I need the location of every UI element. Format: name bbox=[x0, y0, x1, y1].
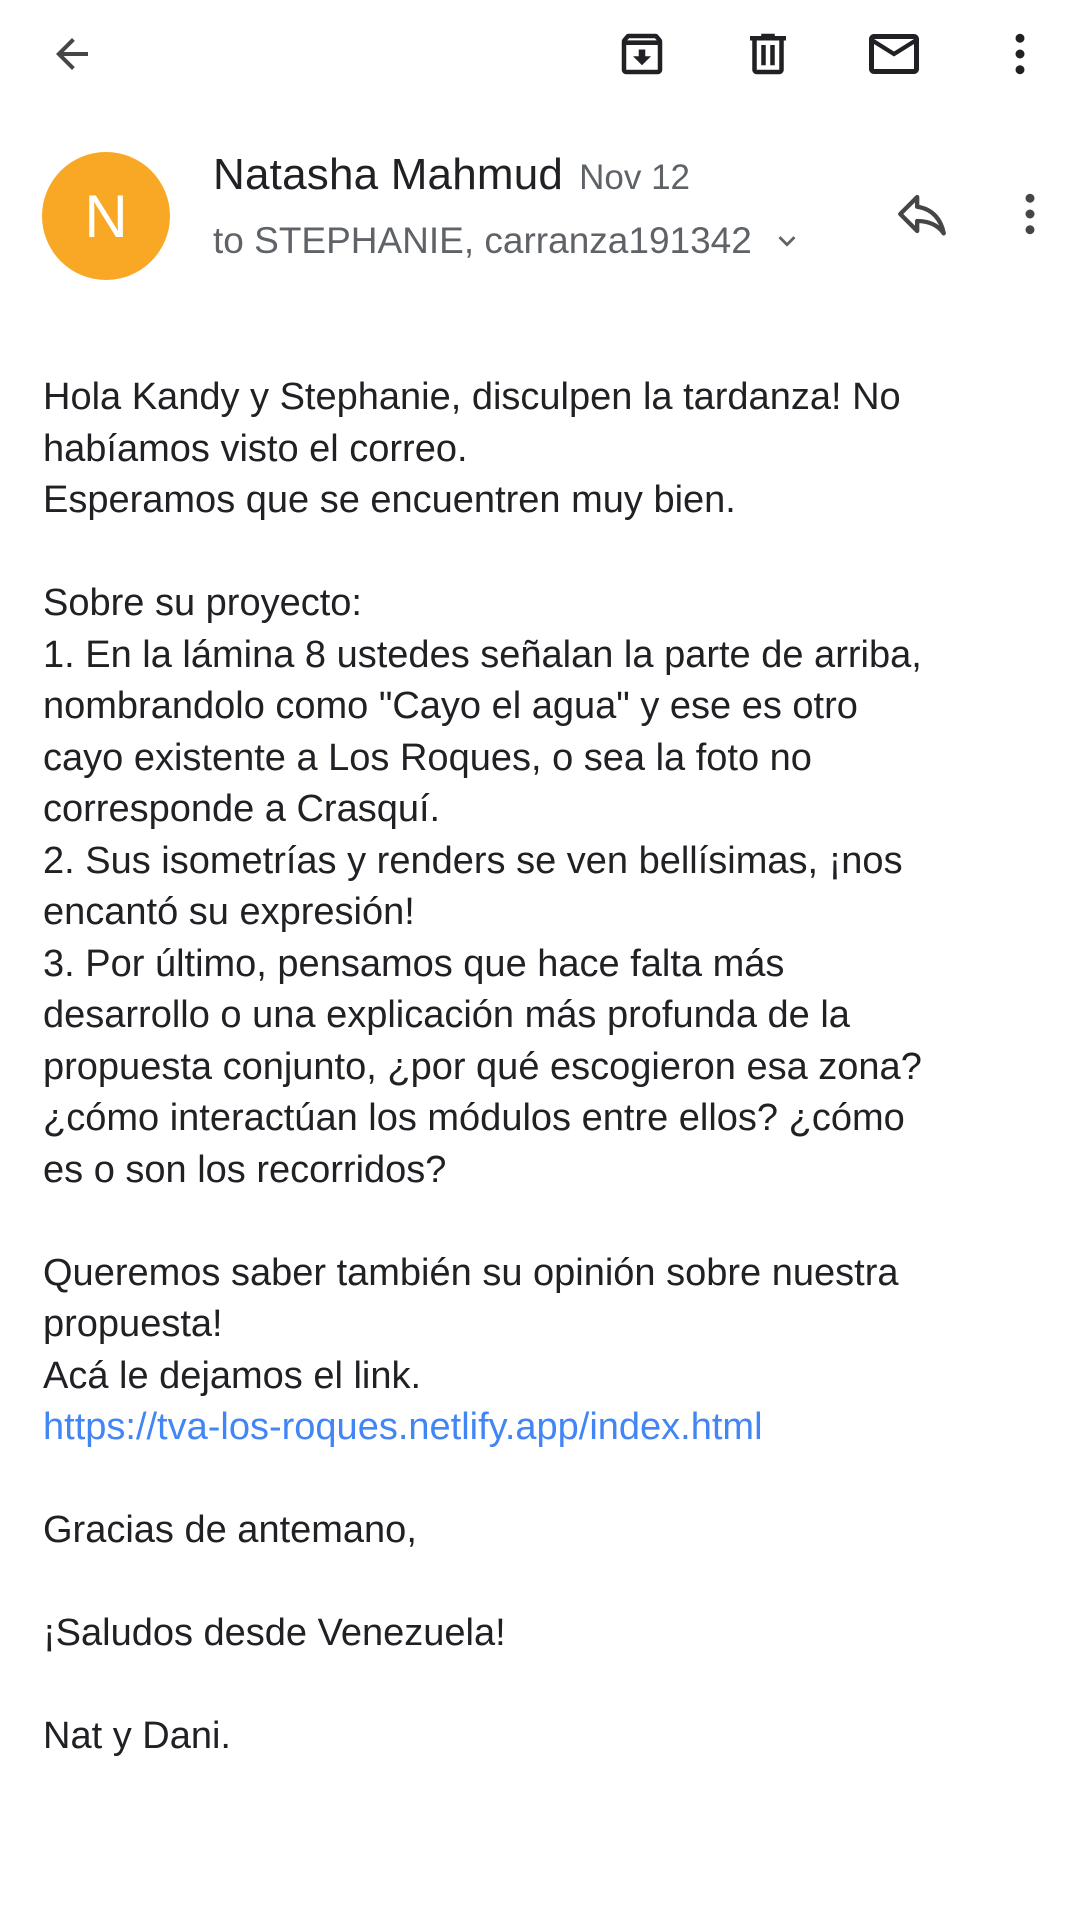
body-line: nombrandolo como "Cayo el agua" y ese es… bbox=[43, 685, 858, 727]
body-line: ¡Saludos desde Venezuela! bbox=[43, 1612, 506, 1654]
body-line: corresponde a Crasquí. bbox=[43, 788, 441, 830]
message-date: Nov 12 bbox=[579, 158, 691, 197]
reply-button[interactable] bbox=[878, 170, 966, 258]
body-line: 2. Sus isometrías y renders se ven bellí… bbox=[43, 839, 903, 882]
body-line: habíamos visto el correo. bbox=[43, 427, 468, 470]
body-line: 3. Por último, pensamos que hace falta m… bbox=[43, 942, 785, 985]
body-line: Sobre su proyecto: bbox=[43, 582, 362, 624]
back-button[interactable] bbox=[28, 10, 116, 98]
more-vert-icon bbox=[1025, 193, 1035, 235]
project-link[interactable]: https://tva-los-roques.netlify.app/index… bbox=[43, 1406, 763, 1448]
avatar[interactable]: N bbox=[42, 152, 170, 280]
overflow-menu-button[interactable] bbox=[976, 10, 1064, 98]
body-line: Acá le dejamos el link. bbox=[43, 1354, 422, 1397]
message-header: N Natasha Mahmud Nov 12 to STEPHANIE, ca… bbox=[0, 140, 1080, 290]
body-line: cayo existente a Los Roques, o sea la fo… bbox=[43, 736, 812, 779]
body-line: propuesta! bbox=[43, 1303, 223, 1345]
chevron-down-icon bbox=[770, 224, 804, 258]
archive-button[interactable] bbox=[598, 10, 686, 98]
body-line: Gracias de antemano, bbox=[43, 1509, 417, 1551]
signature: Nat y Dani. bbox=[43, 1715, 231, 1757]
link-line: https://tva-los-roques.netlify.app/index… bbox=[43, 1402, 1053, 1454]
body-line: ¿cómo interactúan los módulos entre ello… bbox=[43, 1097, 905, 1139]
message-more-button[interactable] bbox=[986, 170, 1074, 258]
more-vert-icon bbox=[1015, 33, 1025, 75]
email-view: N Natasha Mahmud Nov 12 to STEPHANIE, ca… bbox=[0, 0, 1080, 1920]
sender-name: Natasha Mahmud bbox=[213, 150, 564, 199]
body-line: Queremos saber también su opinión sobre … bbox=[43, 1251, 899, 1294]
message-body: Hola Kandy y Stephanie, disculpen la tar… bbox=[43, 372, 1053, 1763]
recipients-toggle[interactable]: to STEPHANIE, carranza191342 bbox=[213, 220, 804, 262]
body-line: encantó su expresión! bbox=[43, 891, 415, 933]
sender-line: Natasha Mahmud Nov 12 bbox=[213, 150, 690, 200]
delete-button[interactable] bbox=[724, 10, 812, 98]
mail-icon bbox=[869, 34, 919, 74]
reply-icon bbox=[898, 194, 946, 236]
top-toolbar bbox=[0, 0, 1080, 110]
body-line: propuesta conjunto, ¿por qué escogieron … bbox=[43, 1045, 922, 1088]
body-line: 1. En la lámina 8 ustedes señalan la par… bbox=[43, 633, 922, 676]
body-line: Esperamos que se encuentren muy bien. bbox=[43, 479, 736, 521]
body-line: desarrollo o una explicación más profund… bbox=[43, 994, 850, 1036]
trash-icon bbox=[750, 33, 786, 75]
avatar-letter: N bbox=[84, 182, 128, 250]
body-line: es o son los recorridos? bbox=[43, 1148, 447, 1191]
body-line: Hola Kandy y Stephanie, disculpen la tar… bbox=[43, 376, 901, 418]
archive-icon bbox=[621, 33, 663, 75]
recipients-text: to STEPHANIE, carranza191342 bbox=[213, 220, 752, 261]
mark-unread-button[interactable] bbox=[850, 10, 938, 98]
arrow-back-icon bbox=[56, 38, 88, 70]
